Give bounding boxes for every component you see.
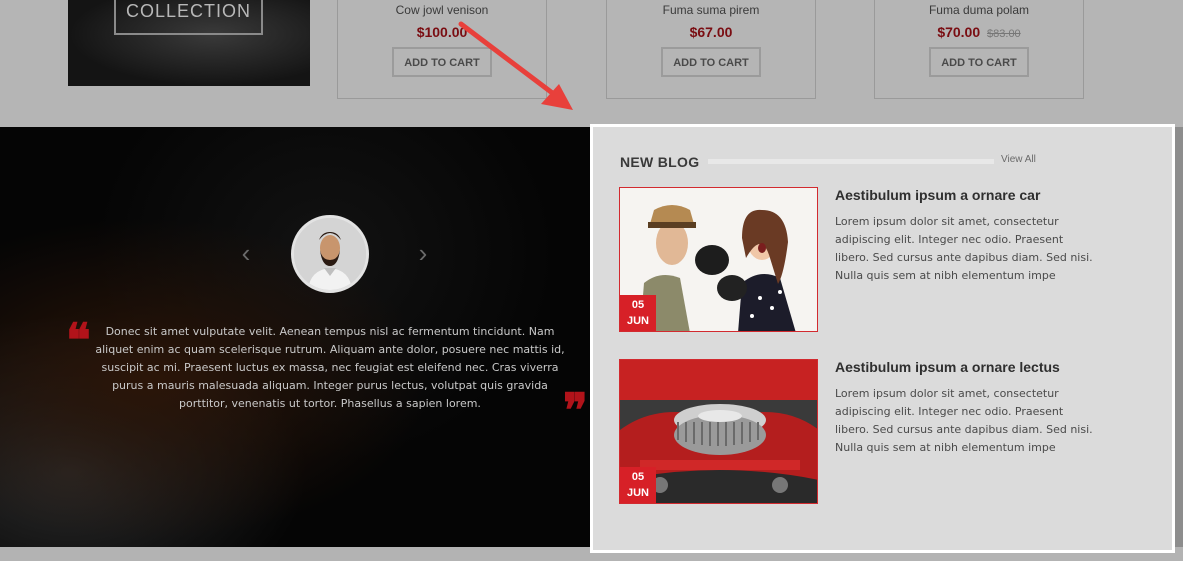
post-image[interactable]: 05 JUN (619, 359, 818, 504)
testimonial-text: Donec sit amet vulputate velit. Aenean t… (95, 325, 565, 410)
date-month: JUN (626, 487, 649, 499)
product-name[interactable]: Fuma duma polam (875, 3, 1083, 17)
blog-header: NEW BLOG View All (620, 154, 1045, 174)
post-image[interactable]: 05 JUN (619, 187, 818, 332)
avatar (291, 215, 369, 293)
date-day: 05 (631, 471, 645, 483)
testimonial-section: ‹ › ❝ Donec sit amet vulputate velit. Ae… (0, 127, 590, 547)
date-month: JUN (626, 315, 649, 327)
new-blog-panel: NEW BLOG View All 05 JUN Aestibulum ipsu… (590, 124, 1175, 553)
price-row: $70.00 $83.00 (875, 24, 1083, 40)
annotation-arrow-icon (458, 21, 573, 110)
close-quote-icon: ❞ (563, 383, 588, 437)
view-all-link[interactable]: View All (1001, 154, 1036, 165)
collection-label: COLLECTION (125, 1, 252, 21)
blog-title: NEW BLOG (620, 154, 700, 170)
collection-box: COLLECTION (114, 0, 263, 35)
chevron-left-icon[interactable]: ‹ (234, 235, 258, 271)
date-badge: 05 JUN (620, 295, 656, 331)
date-badge: 05 JUN (620, 467, 656, 503)
post-title[interactable]: Aestibulum ipsum a ornare car (835, 187, 1040, 203)
collection-banner[interactable]: COLLECTION (68, 0, 310, 86)
product-price: $67.00 (689, 24, 733, 40)
add-to-cart-button[interactable]: ADD TO CART (929, 47, 1029, 77)
product-price: $70.00 (937, 24, 981, 40)
product-name[interactable]: Cow jowl venison (338, 3, 546, 17)
date-day: 05 (631, 299, 645, 311)
open-quote-icon: ❝ (66, 313, 91, 367)
blog-post: 05 JUN Aestibulum ipsum a ornare car Lor… (619, 187, 1179, 335)
product-card[interactable]: Fuma suma pirem $67.00 ADD TO CART (606, 0, 816, 99)
post-title[interactable]: Aestibulum ipsum a ornare lectus (835, 359, 1060, 375)
post-excerpt: Lorem ipsum dolor sit amet, consectetur … (835, 387, 1093, 454)
product-strip: COLLECTION Cow jowl venison $100.00 ADD … (0, 0, 1183, 127)
chevron-right-icon[interactable]: › (411, 235, 435, 271)
price-row: $67.00 (607, 24, 815, 40)
blog-post: 05 JUN Aestibulum ipsum a ornare lectus … (619, 359, 1179, 507)
person-icon (294, 218, 366, 290)
product-name[interactable]: Fuma suma pirem (607, 3, 815, 17)
title-divider (708, 159, 994, 164)
product-card[interactable]: Fuma duma polam $70.00 $83.00 ADD TO CAR… (874, 0, 1084, 99)
post-excerpt: Lorem ipsum dolor sit amet, consectetur … (835, 215, 1093, 282)
add-to-cart-button[interactable]: ADD TO CART (661, 47, 761, 77)
product-old-price: $83.00 (987, 28, 1021, 40)
